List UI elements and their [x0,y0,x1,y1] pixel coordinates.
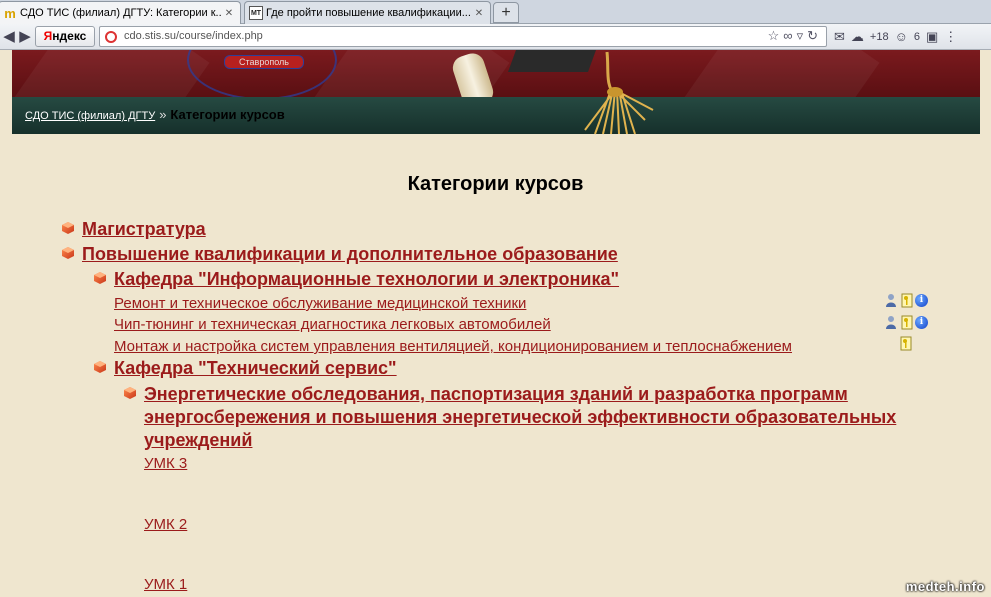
browser-tab-bar: m СДО ТИС (филиал) ДГТУ: Категории к... … [0,0,991,24]
tab-title: Где пройти повышение квалификации... [266,7,471,19]
yandex-logo-letter: Я [43,29,53,43]
course-link[interactable]: Монтаж и настройка систем управления вен… [114,338,792,356]
banner-ray-decoration [684,50,880,97]
address-input[interactable]: cdo.stis.su/course/index.php [124,30,263,42]
forward-arrow-icon[interactable]: ▶ [17,27,33,47]
category-bullet-icon [62,247,74,259]
reload-icon[interactable]: ↻ [807,28,822,43]
course-link[interactable]: Чип-тюнинг и техническая диагностика лег… [114,316,551,334]
graduation-cap-decoration [507,50,597,72]
notes-icon[interactable]: ☺ [895,29,908,45]
dropdown-chevron-icon[interactable]: ▿ [797,28,808,43]
breadcrumb-separator: » [159,107,167,122]
seal-city-banner: Ставрополь [224,55,304,69]
menu-icon[interactable]: ⋮ [944,29,957,45]
category-bullet-icon [94,361,106,373]
mail-icon[interactable]: ✉ [834,29,845,45]
address-bar[interactable]: cdo.stis.su/course/index.php ☆∞▿↻ [99,26,827,47]
breadcrumb: СДО ТИС (филиал) ДГТУ » Категории курсов [25,107,285,122]
course-info-icons: i [885,315,928,330]
category-item: Повышение квалификации и дополнительное … [62,243,618,266]
course-link[interactable]: УМК 3 [144,455,187,473]
bookmark-star-icon[interactable]: ☆ [768,28,784,43]
yandex-button[interactable]: Яндекс [35,26,95,47]
teacher-person-icon[interactable] [885,315,899,330]
course-link[interactable]: УМК 1 [144,576,187,594]
course-link[interactable]: УМК 2 [144,516,187,534]
guest-key-icon[interactable] [900,315,914,330]
category-link[interactable]: Магистратура [82,218,206,241]
teacher-person-icon[interactable] [885,293,899,308]
breadcrumb-current: Категории курсов [170,107,285,122]
tab-inactive[interactable]: MT Где пройти повышение квалификации... … [244,1,491,24]
guest-key-icon[interactable] [900,293,914,308]
guest-key-icon[interactable] [899,336,913,351]
tab-close-icon[interactable]: ✕ [222,8,236,19]
course-info-icon[interactable]: i [915,316,928,329]
category-link[interactable]: Энергетические обследования, паспортизац… [144,383,904,452]
course-info-icons [899,336,913,351]
page-title: Категории курсов [407,173,584,195]
weather-temperature: +18 [869,31,889,43]
subcategory-item: Кафедра "Информационные технологии и эле… [94,268,619,291]
category-link[interactable]: Кафедра "Технический сервис" [114,357,397,380]
subcategory-item: Кафедра "Технический сервис" [94,357,397,380]
category-bullet-icon [62,222,74,234]
course-info-icons: i [885,293,928,308]
site-favicon-icon: MT [249,6,263,20]
subcategory-item: Энергетические обследования, паспортизац… [124,383,904,452]
breadcrumb-home-link[interactable]: СДО ТИС (филиал) ДГТУ [25,110,155,122]
category-bullet-icon [94,272,106,284]
weather-icon[interactable]: ☁ [851,29,864,45]
tab-active[interactable]: m СДО ТИС (филиал) ДГТУ: Категории к... … [0,1,241,24]
course-info-icon[interactable]: i [915,294,928,307]
extension-icon[interactable]: ▣ [926,29,938,45]
notification-count: 6 [913,31,920,43]
address-bar-actions: ☆∞▿↻ [768,28,822,44]
toolbar-addons: ✉ ☁ +18 ☺ 6 ▣ ⋮ [834,28,963,46]
category-bullet-icon [124,387,136,399]
reader-glasses-icon[interactable]: ∞ [783,28,796,43]
new-tab-button[interactable]: + [493,2,519,23]
category-link[interactable]: Повышение квалификации и дополнительное … [82,243,618,266]
category-item: Магистратура [62,218,206,241]
breadcrumb-bar: СДО ТИС (филиал) ДГТУ » Категории курсов [12,97,980,134]
watermark-text: medteh.info [905,579,985,594]
moodle-favicon-icon: m [4,5,16,21]
tab-close-icon[interactable]: ✕ [472,8,486,19]
course-link[interactable]: Ремонт и техническое обслуживание медици… [114,295,526,313]
back-arrow-icon[interactable]: ◀ [1,27,17,47]
site-banner: Ставрополь [12,50,980,97]
site-identity-icon[interactable] [105,31,117,43]
banner-ray-decoration [14,50,210,97]
tab-title: СДО ТИС (филиал) ДГТУ: Категории к... [20,7,222,19]
browser-nav-bar: ◀ ▶ Яндекс cdo.stis.su/course/index.php … [0,24,991,50]
yandex-logo-text: ндекс [52,29,87,43]
category-link[interactable]: Кафедра "Информационные технологии и эле… [114,268,619,291]
